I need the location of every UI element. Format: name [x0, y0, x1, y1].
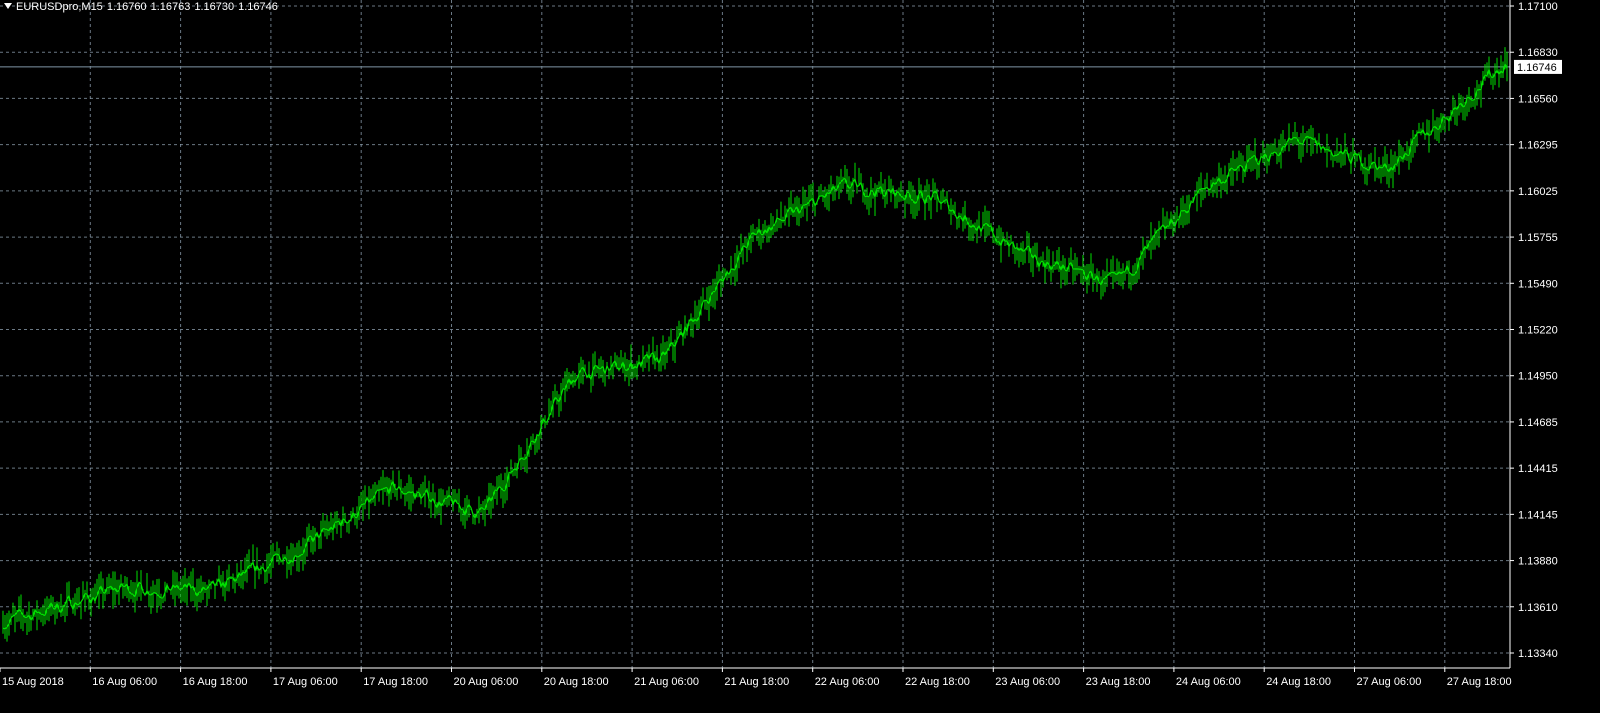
symbol-label: EURUSDpro,M15 — [16, 1, 103, 13]
time-tick-label: 23 Aug 06:00 — [995, 676, 1060, 688]
time-tick-label: 21 Aug 06:00 — [634, 676, 699, 688]
grid — [0, 0, 1510, 668]
price-tick-label: 1.14950 — [1518, 371, 1558, 383]
time-tick-label: 20 Aug 06:00 — [454, 676, 519, 688]
dropdown-triangle-icon[interactable] — [4, 3, 12, 9]
time-tick-label: 22 Aug 06:00 — [815, 676, 880, 688]
price-tick-label: 1.17100 — [1518, 1, 1558, 13]
high-price: 1.16763 — [150, 1, 191, 13]
time-tick-label: 27 Aug 18:00 — [1447, 676, 1512, 688]
price-tick-label: 1.16560 — [1518, 93, 1558, 105]
price-tick-label: 1.13880 — [1518, 556, 1558, 568]
time-axis: 15 Aug 2018 16 Aug 06:00 16 Aug 18:00 17 Au… — [0, 668, 1512, 688]
price-bars — [2, 47, 1508, 642]
open-price: 1.16760 — [106, 1, 147, 13]
price-tick-label: 1.15490 — [1518, 278, 1558, 290]
price-tick-label: 1.16295 — [1518, 140, 1558, 152]
time-tick-label: 24 Aug 06:00 — [1176, 676, 1241, 688]
time-tick-label: 22 Aug 18:00 — [905, 676, 970, 688]
price-tick-label: 1.16830 — [1518, 47, 1558, 59]
price-tick-label: 1.14685 — [1518, 417, 1558, 429]
price-axis: 1.17100 1.16830 1.16560 1.16295 1.16025 1.157… — [1510, 1, 1558, 660]
close-price: 1.16746 — [238, 1, 278, 13]
price-chart[interactable]: 1.17100 1.16830 1.16560 1.16295 1.16025 1.157… — [0, 0, 1600, 708]
time-tick-label: 17 Aug 18:00 — [363, 676, 428, 688]
price-tick-label: 1.15220 — [1518, 325, 1558, 337]
time-tick-label: 16 Aug 18:00 — [183, 676, 248, 688]
price-tick-label: 1.15755 — [1518, 232, 1558, 244]
price-tick-label: 1.14145 — [1518, 509, 1558, 521]
chart-title-bar: EURUSDpro,M15 1.16760 1.16763 1.16730 1.1674… — [4, 1, 282, 13]
low-price: 1.16730 — [194, 1, 235, 13]
time-tick-label: 23 Aug 18:00 — [1086, 676, 1151, 688]
time-tick-label: 24 Aug 18:00 — [1266, 676, 1331, 688]
time-tick-label: 20 Aug 18:00 — [544, 676, 609, 688]
price-tick-label: 1.16025 — [1518, 186, 1558, 198]
time-tick-label: 17 Aug 06:00 — [273, 676, 338, 688]
time-tick-label: 21 Aug 18:00 — [724, 676, 789, 688]
current-price-label: 1.16746 — [1514, 59, 1562, 74]
time-tick-label: 16 Aug 06:00 — [92, 676, 157, 688]
chart-window[interactable]: 1.17100 1.16830 1.16560 1.16295 1.16025 1.157… — [0, 0, 1600, 708]
price-tick-label: 1.13340 — [1518, 648, 1558, 660]
time-tick-label: 27 Aug 06:00 — [1357, 676, 1422, 688]
current-price-label-text: 1.16746 — [1517, 62, 1557, 74]
time-tick-label: 15 Aug 2018 — [2, 676, 64, 688]
price-tick-label: 1.13610 — [1518, 602, 1558, 614]
price-tick-label: 1.14415 — [1518, 463, 1558, 475]
